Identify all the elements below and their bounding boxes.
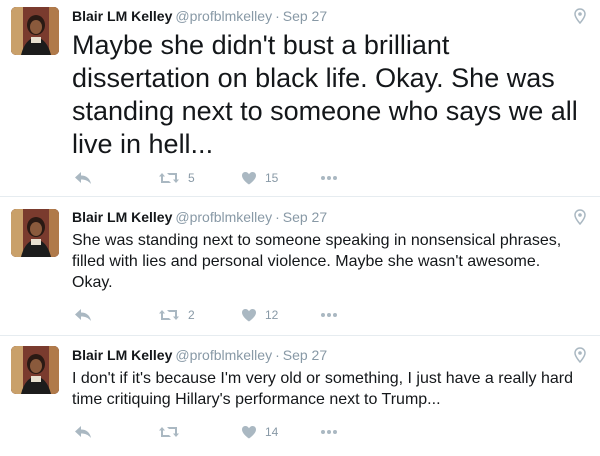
reply-button[interactable] (74, 168, 92, 188)
tweet-text: I don't if it's because I'm very old or … (72, 370, 573, 408)
tweet-actions: 5 15 (74, 168, 374, 188)
retweet-button[interactable]: 2 (158, 305, 195, 325)
reply-button[interactable] (74, 305, 92, 325)
tweet-actions: 2 12 (74, 305, 374, 325)
retweet-icon (159, 427, 179, 437)
tweet-time[interactable]: Sep 27 (283, 8, 327, 24)
more-icon (321, 176, 337, 180)
author-name[interactable]: Blair LM Kelley (72, 209, 172, 225)
avatar[interactable] (11, 346, 59, 394)
like-icon (242, 426, 256, 439)
location-pin-icon[interactable] (574, 347, 586, 364)
reply-icon (75, 426, 91, 438)
like-count: 15 (265, 171, 279, 185)
reply-icon (75, 172, 91, 184)
tweet-time[interactable]: Sep 27 (283, 209, 327, 225)
more-icon (321, 313, 337, 317)
tweet-text: She was standing next to someone speakin… (72, 232, 562, 291)
avatar[interactable] (11, 7, 59, 55)
retweet-icon (159, 310, 179, 320)
tweet-text: Maybe she didn't bust a brilliant disser… (72, 30, 578, 159)
retweet-count: 5 (188, 171, 195, 185)
tweet[interactable]: Blair LM Kelley @profblmkelley · Sep 27 I d… (0, 336, 600, 456)
retweet-icon (159, 173, 179, 183)
like-count: 14 (265, 425, 279, 439)
tweet-header: Blair LM Kelley @profblmkelley · Sep 27 (72, 346, 327, 364)
header-separator: · (275, 209, 280, 225)
more-button[interactable] (320, 305, 338, 325)
retweet-count: 2 (188, 308, 195, 322)
tweet-actions: 14 (74, 422, 374, 442)
like-button[interactable]: 14 (241, 422, 278, 442)
tweet[interactable]: Blair LM Kelley @profblmkelley · Sep 27 She… (0, 197, 600, 336)
author-name[interactable]: Blair LM Kelley (72, 347, 172, 363)
tweet[interactable]: Blair LM Kelley @profblmkelley · Sep 27 May… (0, 0, 600, 197)
author-handle[interactable]: @profblmkelley (175, 209, 272, 225)
location-pin-icon[interactable] (574, 8, 586, 25)
like-count: 12 (265, 308, 279, 322)
author-handle[interactable]: @profblmkelley (175, 8, 272, 24)
reply-button[interactable] (74, 422, 92, 442)
more-button[interactable] (320, 422, 338, 442)
reply-icon (75, 309, 91, 321)
tweet-time[interactable]: Sep 27 (283, 347, 327, 363)
like-icon (242, 172, 256, 185)
avatar[interactable] (11, 209, 59, 257)
retweet-button[interactable]: 5 (158, 168, 195, 188)
tweet-header: Blair LM Kelley @profblmkelley · Sep 27 (72, 208, 327, 226)
header-separator: · (275, 347, 280, 363)
like-icon (242, 309, 256, 322)
tweet-header: Blair LM Kelley @profblmkelley · Sep 27 (72, 7, 327, 25)
retweet-button[interactable] (158, 422, 188, 442)
like-button[interactable]: 12 (241, 305, 278, 325)
more-button[interactable] (320, 168, 338, 188)
like-button[interactable]: 15 (241, 168, 278, 188)
more-icon (321, 430, 337, 434)
header-separator: · (275, 8, 280, 24)
author-name[interactable]: Blair LM Kelley (72, 8, 172, 24)
author-handle[interactable]: @profblmkelley (175, 347, 272, 363)
location-pin-icon[interactable] (574, 209, 586, 226)
